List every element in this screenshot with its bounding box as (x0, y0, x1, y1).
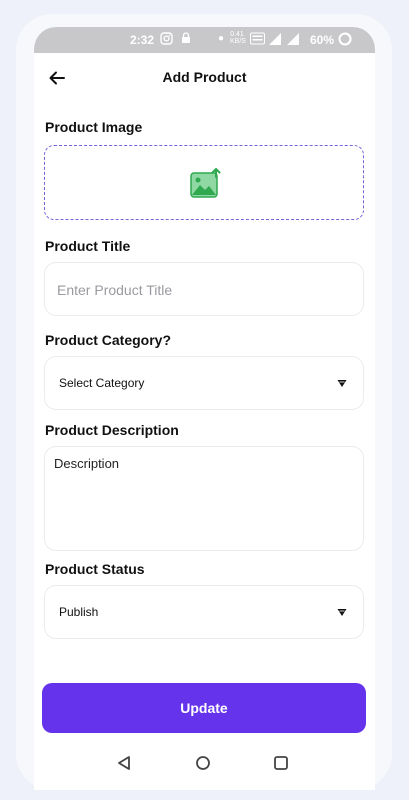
product-description-label: Product Description (45, 422, 179, 438)
network-speed: 0.41 KB/S (230, 31, 246, 45)
product-description-input[interactable] (54, 456, 354, 542)
image-upload-icon (190, 168, 221, 198)
recents-square-icon[interactable] (272, 754, 290, 772)
product-title-field[interactable] (44, 262, 364, 317)
battery-percent: 60% (310, 33, 335, 47)
product-category-label: Product Category? (45, 332, 172, 348)
category-selected-value: Select Category (59, 376, 145, 390)
volte-icon (250, 32, 265, 45)
battery-icon (338, 32, 352, 46)
status-bar: 2:32 ● 0.41 KB/S 60% (34, 27, 375, 53)
product-title-label: Product Title (45, 238, 131, 254)
caret-down-icon (337, 609, 347, 616)
lock-icon (182, 32, 190, 43)
home-circle-icon[interactable] (194, 754, 212, 772)
status-select[interactable]: Publish (44, 585, 364, 639)
image-upload-area[interactable] (44, 145, 364, 220)
app-screen: 2:32 ● 0.41 KB/S 60% Add Product Product… (34, 27, 375, 790)
caret-down-icon (337, 380, 347, 387)
page-title: Add Product (162, 69, 247, 85)
update-button[interactable]: Update (42, 683, 366, 733)
product-title-input[interactable] (55, 263, 349, 317)
system-nav-bar (34, 748, 375, 778)
instagram-icon (160, 32, 173, 45)
product-status-label: Product Status (45, 561, 145, 577)
product-description-field[interactable] (44, 446, 364, 551)
dot-icon: ● (218, 33, 225, 44)
status-selected-value: Publish (59, 605, 99, 619)
category-select[interactable]: Select Category (44, 356, 364, 410)
signal-icon (269, 33, 281, 45)
signal-icon (287, 33, 299, 45)
back-triangle-icon[interactable] (115, 754, 133, 772)
app-header: Add Product (34, 63, 375, 93)
product-image-label: Product Image (45, 119, 143, 135)
status-time: 2:32 (130, 33, 155, 47)
